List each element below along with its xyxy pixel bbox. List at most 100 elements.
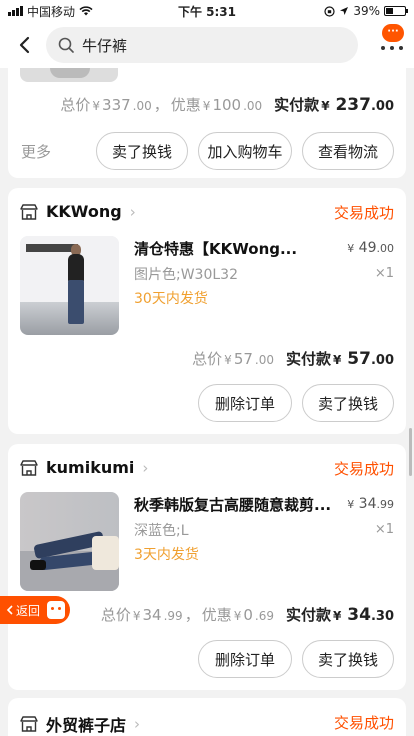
sell-button[interactable]: 卖了换钱: [302, 640, 394, 678]
shipping-note: 3天内发货: [134, 547, 199, 563]
paid-decimal: .00: [370, 353, 394, 368]
order-status: 交易成功: [333, 714, 394, 732]
order-card: kumikumi › 交易成功 秋季韩版复古高腰随意裁剪... ¥ 34.99 …: [8, 444, 406, 690]
shop-icon: [20, 459, 38, 476]
paid-label: 实付款: [286, 350, 332, 368]
return-label: 返回: [16, 603, 41, 618]
paid-int: 57: [347, 349, 371, 369]
order-card: 外贸裤子店 › 交易成功: [8, 698, 406, 736]
paid-decimal: .30: [370, 609, 394, 624]
product-title[interactable]: 清仓特惠【KKWong...: [134, 238, 334, 259]
currency-symbol: ¥: [321, 99, 330, 113]
currency-symbol: ¥: [233, 609, 242, 623]
sell-button[interactable]: 卖了换钱: [96, 132, 188, 170]
add-to-cart-button[interactable]: 加入购物车: [198, 132, 292, 170]
price-int: 34: [358, 496, 377, 512]
currency-symbol: ¥: [347, 498, 355, 511]
separator: ，: [153, 96, 169, 114]
order-card: KKWong › 交易成功 清仓特惠【KKWong... ¥ 49.00 图片色…: [8, 188, 406, 434]
product-spec: 图片色;W30L32: [134, 267, 238, 283]
shop-name: 外贸裤子店: [46, 716, 127, 735]
paid-amount: ¥ 34.30: [333, 605, 394, 625]
product-title[interactable]: 秋季韩版复古高腰随意裁剪...: [134, 494, 334, 515]
total-label: 总价: [100, 606, 131, 624]
chevron-left-icon: [6, 605, 13, 615]
discount-decimal: .00: [243, 99, 263, 113]
discount-value: 0: [243, 606, 253, 624]
paid-label: 实付款: [286, 606, 332, 624]
price-decimal: .99: [376, 498, 395, 511]
battery-percent: 39%: [353, 4, 380, 18]
total-decimal: .00: [132, 99, 152, 113]
price-decimal: .00: [376, 242, 395, 255]
battery-icon: [384, 6, 408, 16]
search-query: 牛仔裤: [82, 36, 128, 55]
paid-decimal: .00: [370, 99, 394, 114]
shop-name: KKWong: [46, 202, 122, 221]
sell-button[interactable]: 卖了换钱: [302, 384, 394, 422]
order-status: 交易成功: [333, 460, 394, 478]
wifi-icon: [79, 6, 93, 16]
taobao-face-icon: [47, 601, 66, 619]
chevron-right-icon: ›: [134, 715, 141, 733]
total-value: 34: [142, 606, 162, 624]
back-button[interactable]: [10, 30, 38, 60]
currency-symbol: ¥: [333, 353, 342, 367]
paid-int: 34: [347, 605, 371, 625]
scrollbar[interactable]: [409, 428, 412, 476]
shipping-note: 30天内发货: [134, 291, 208, 307]
currency-symbol: ¥: [202, 99, 211, 113]
product-quantity: ×1: [374, 522, 394, 537]
chevron-right-icon: ›: [129, 202, 136, 221]
product-quantity: ×1: [374, 266, 394, 281]
shop-header[interactable]: 外贸裤子店 ›: [20, 712, 140, 736]
order-status: 交易成功: [333, 204, 394, 222]
view-logistics-button[interactable]: 查看物流: [302, 132, 394, 170]
total-value: 57: [233, 350, 253, 368]
more-dots-icon: [381, 46, 403, 52]
shop-header[interactable]: kumikumi ›: [20, 458, 148, 477]
shop-name: kumikumi: [46, 458, 135, 477]
shop-icon: [20, 716, 38, 732]
product-thumbnail[interactable]: [20, 68, 118, 82]
delete-order-button[interactable]: 删除订单: [198, 640, 292, 678]
currency-symbol: ¥: [333, 609, 342, 623]
paid-amount: ¥ 57.00: [333, 349, 394, 369]
discount-decimal: .69: [254, 609, 274, 623]
price-int: 49: [358, 240, 377, 256]
order-summary: 总价 ¥ 57.00 实付款 ¥ 57.00: [192, 348, 394, 369]
delete-order-button[interactable]: 删除订单: [198, 384, 292, 422]
paid-amount: ¥ 237.00: [321, 95, 394, 115]
product-thumbnail[interactable]: [20, 492, 119, 591]
product-thumbnail[interactable]: [20, 236, 119, 335]
shop-icon: [20, 203, 38, 220]
currency-symbol: ¥: [347, 242, 355, 255]
location-icon: [340, 7, 349, 15]
chevron-left-icon: [19, 36, 30, 54]
total-decimal: .00: [254, 353, 274, 367]
orientation-lock-icon: [324, 5, 335, 17]
order-card: 总价 ¥ 337.00 ， 优惠 ¥ 100.00 实付款 ¥ 237.00 更…: [8, 68, 406, 178]
more-link[interactable]: 更多: [21, 141, 51, 162]
discount-value: 100: [212, 96, 242, 114]
return-floating-button[interactable]: 返回: [0, 596, 70, 624]
more-menu-button[interactable]: ···: [378, 22, 404, 68]
product-spec: 深蓝色;L: [134, 523, 189, 539]
product-price: ¥ 49.00: [347, 240, 394, 256]
total-label: 总价: [192, 350, 223, 368]
discount-label: 优惠: [201, 606, 232, 624]
status-bar: 中国移动 下午 5:31 39%: [0, 0, 414, 22]
search-input[interactable]: 牛仔裤: [46, 27, 358, 63]
discount-label: 优惠: [170, 96, 201, 114]
shop-header[interactable]: KKWong ›: [20, 202, 136, 221]
total-decimal: .99: [163, 609, 183, 623]
currency-symbol: ¥: [132, 609, 141, 623]
order-summary: 总价 ¥ 337.00 ， 优惠 ¥ 100.00 实付款 ¥ 237.00: [60, 94, 394, 115]
paid-label: 实付款: [274, 96, 320, 114]
search-icon: [58, 37, 74, 53]
total-value: 337: [102, 96, 131, 114]
product-price: ¥ 34.99: [347, 496, 394, 512]
paid-int: 237: [335, 95, 371, 115]
message-bubble-icon: ···: [382, 24, 404, 42]
nav-bar: 牛仔裤 ···: [0, 22, 414, 68]
